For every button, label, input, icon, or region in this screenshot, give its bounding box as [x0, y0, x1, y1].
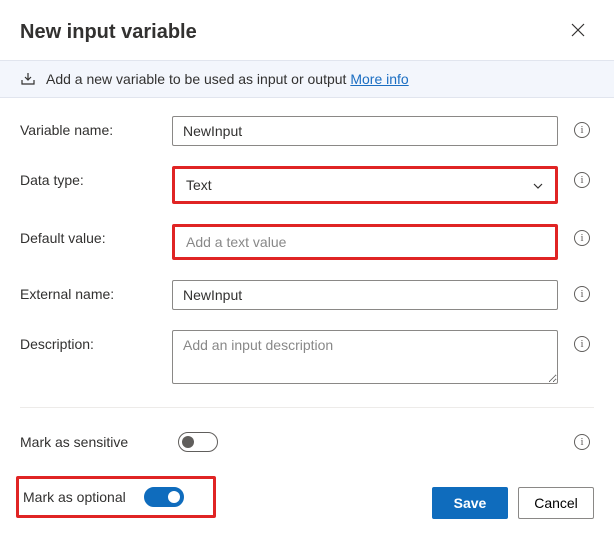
- row-description: Description: i: [20, 330, 594, 387]
- mark-optional-toggle[interactable]: [144, 487, 184, 507]
- label-external-name: External name:: [20, 280, 160, 302]
- info-icon: i: [574, 230, 590, 246]
- info-icon: i: [574, 286, 590, 302]
- save-button[interactable]: Save: [432, 487, 508, 519]
- default-value-input[interactable]: [175, 227, 555, 257]
- dialog-title: New input variable: [20, 21, 197, 44]
- close-icon: [571, 23, 585, 42]
- label-variable-name: Variable name:: [20, 116, 160, 138]
- info-variable-name[interactable]: i: [570, 116, 594, 138]
- more-info-link[interactable]: More info: [350, 71, 408, 87]
- info-icon: i: [574, 122, 590, 138]
- download-icon: [20, 71, 36, 87]
- description-input[interactable]: [172, 330, 558, 384]
- form-area: Variable name: i Data type: Text i Defau…: [0, 98, 614, 387]
- field-variable-name: [172, 116, 558, 146]
- label-description: Description:: [20, 330, 160, 352]
- info-banner: Add a new variable to be used as input o…: [0, 60, 614, 98]
- label-mark-sensitive: Mark as sensitive: [20, 434, 160, 450]
- mark-optional-highlight: Mark as optional: [16, 476, 216, 518]
- data-type-select[interactable]: Text: [175, 169, 555, 201]
- field-default-value: [172, 224, 558, 260]
- row-mark-sensitive: Mark as sensitive i: [0, 422, 614, 462]
- row-data-type: Data type: Text i: [20, 166, 594, 204]
- variable-name-input[interactable]: [172, 116, 558, 146]
- field-description: [172, 330, 558, 387]
- banner-text: Add a new variable to be used as input o…: [46, 71, 409, 87]
- divider: [20, 407, 594, 408]
- external-name-input[interactable]: [172, 280, 558, 310]
- info-icon: i: [574, 434, 590, 450]
- info-default-value[interactable]: i: [570, 224, 594, 246]
- toggle-area-sensitive: [172, 428, 558, 456]
- info-icon: i: [574, 336, 590, 352]
- label-data-type: Data type:: [20, 166, 160, 188]
- row-variable-name: Variable name: i: [20, 116, 594, 146]
- label-mark-optional: Mark as optional: [19, 489, 126, 505]
- field-data-type: Text: [172, 166, 558, 204]
- info-description[interactable]: i: [570, 330, 594, 352]
- cancel-button[interactable]: Cancel: [518, 487, 594, 519]
- field-external-name: [172, 280, 558, 310]
- dialog-header: New input variable: [0, 0, 614, 60]
- row-external-name: External name: i: [20, 280, 594, 310]
- info-data-type[interactable]: i: [570, 166, 594, 188]
- mark-sensitive-toggle[interactable]: [178, 432, 218, 452]
- info-icon: i: [574, 172, 590, 188]
- chevron-down-icon: [532, 179, 544, 191]
- new-variable-dialog: New input variable Add a new variable to…: [0, 0, 614, 537]
- data-type-value: Text: [186, 177, 212, 193]
- banner-text-label: Add a new variable to be used as input o…: [46, 71, 350, 87]
- info-mark-sensitive[interactable]: i: [570, 434, 594, 450]
- row-default-value: Default value: i: [20, 224, 594, 260]
- info-external-name[interactable]: i: [570, 280, 594, 302]
- dialog-footer: Save Cancel: [432, 487, 594, 519]
- close-button[interactable]: [562, 16, 594, 48]
- label-default-value: Default value:: [20, 224, 160, 246]
